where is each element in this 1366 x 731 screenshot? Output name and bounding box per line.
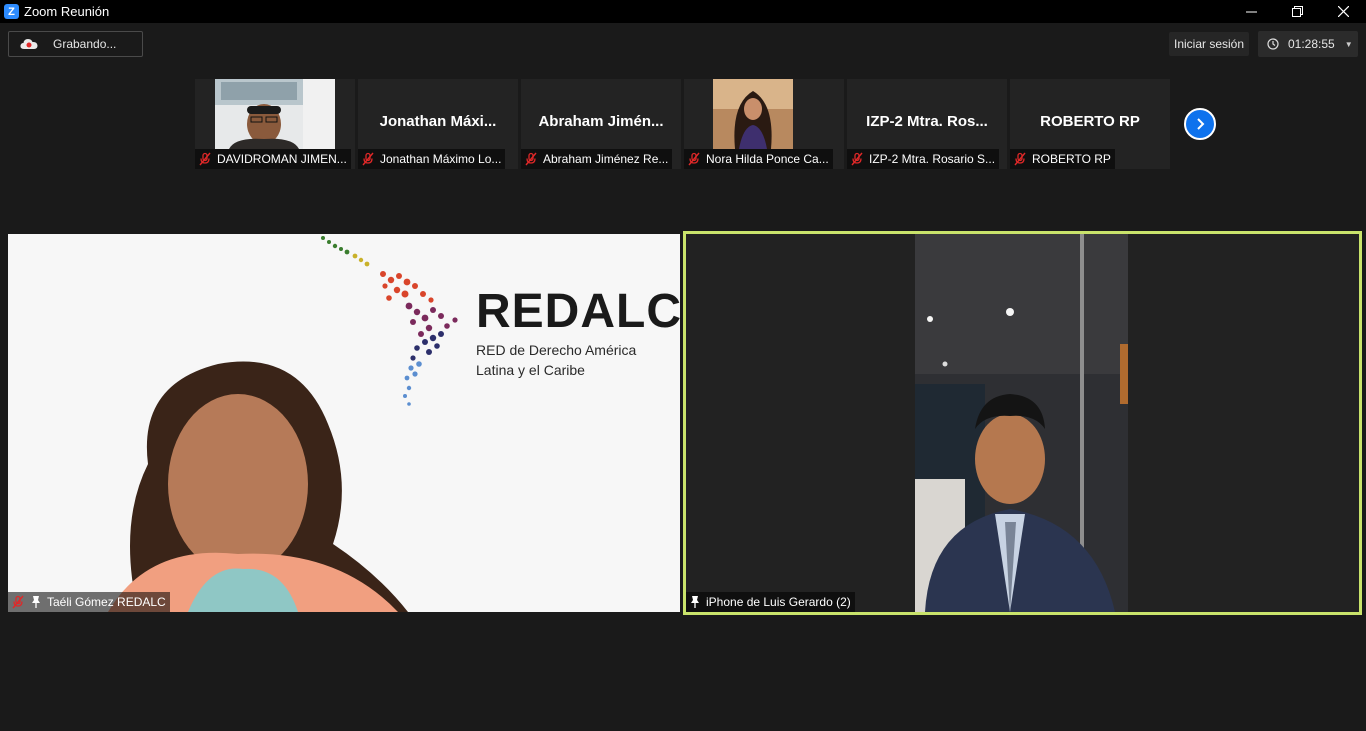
- participant-tile[interactable]: Abraham Jimén... Abraham Jiménez Re...: [521, 79, 681, 169]
- speaker-video-feed: [915, 234, 1128, 612]
- participant-display-name: IZP-2 Mtra. Ros...: [866, 113, 988, 130]
- participant-tile[interactable]: Nora Hilda Ponce Ca...: [684, 79, 844, 169]
- participant-name-tag: DAVIDROMAN JIMEN...: [195, 149, 351, 169]
- participant-tile[interactable]: DAVIDROMAN JIMEN...: [195, 79, 355, 169]
- participant-name: iPhone de Luis Gerardo (2): [706, 595, 851, 609]
- participant-name: Abraham Jiménez Re...: [543, 152, 669, 166]
- participant-display-name: ROBERTO RP: [1040, 113, 1140, 130]
- participant-name: ROBERTO RP: [1032, 152, 1111, 166]
- mic-muted-icon: [362, 152, 374, 166]
- chevron-right-icon: [1197, 118, 1205, 130]
- redalc-logo-subtitle-2: Latina y el Caribe: [476, 362, 585, 378]
- participant-name-tag: IZP-2 Mtra. Rosario S...: [847, 149, 1000, 169]
- participant-name: Jonathan Máximo Lo...: [380, 152, 502, 166]
- participant-display-name: Abraham Jimén...: [538, 113, 664, 130]
- window-title: Zoom Reunión: [24, 4, 110, 19]
- participant-name-tag: Taéli Gómez REDALC: [8, 592, 170, 612]
- close-icon: [1337, 6, 1349, 17]
- pin-icon: [32, 596, 40, 608]
- participant-name: DAVIDROMAN JIMEN...: [217, 152, 347, 166]
- recording-indicator[interactable]: Grabando...: [8, 31, 143, 57]
- title-bar: Z Zoom Reunión: [0, 0, 1366, 23]
- mic-muted-icon: [12, 595, 24, 609]
- next-page-button[interactable]: [1184, 108, 1216, 140]
- signin-button[interactable]: Iniciar sesión: [1169, 32, 1249, 56]
- participant-name: Taéli Gómez REDALC: [47, 595, 166, 609]
- participant-tile[interactable]: IZP-2 Mtra. Ros... IZP-2 Mtra. Rosario S…: [847, 79, 1007, 169]
- mic-muted-icon: [199, 152, 211, 166]
- participant-name-tag: ROBERTO RP: [1010, 149, 1115, 169]
- participant-name-tag: Nora Hilda Ponce Ca...: [684, 149, 833, 169]
- zoom-logo-icon: Z: [4, 4, 19, 19]
- participant-name-tag: iPhone de Luis Gerardo (2): [686, 592, 855, 612]
- participant-name: Nora Hilda Ponce Ca...: [706, 152, 829, 166]
- redalc-logo-subtitle-1: RED de Derecho América: [476, 342, 637, 358]
- participant-tile[interactable]: ROBERTO RP ROBERTO RP: [1010, 79, 1170, 169]
- pin-icon: [691, 596, 699, 608]
- meeting-timer[interactable]: 01:28:55 ▼: [1258, 31, 1358, 57]
- mic-muted-icon: [1014, 152, 1026, 166]
- window-controls: [1228, 0, 1366, 23]
- chevron-down-icon: ▼: [1344, 39, 1353, 49]
- clock-icon: [1267, 38, 1279, 50]
- speaker-silhouette: [108, 361, 408, 612]
- participant-name-tag: Jonathan Máximo Lo...: [358, 149, 506, 169]
- main-video-left[interactable]: REDALC RED de Derecho América Latina y e…: [8, 234, 680, 612]
- participant-video: [215, 79, 335, 149]
- restore-icon: [1291, 6, 1303, 17]
- minimize-button[interactable]: [1228, 0, 1274, 23]
- participant-name: IZP-2 Mtra. Rosario S...: [869, 152, 996, 166]
- restore-button[interactable]: [1274, 0, 1320, 23]
- mic-muted-icon: [851, 152, 863, 166]
- mic-muted-icon: [525, 152, 537, 166]
- redalc-logo-title: REDALC: [476, 285, 680, 338]
- recording-label: Grabando...: [53, 37, 117, 51]
- close-button[interactable]: [1320, 0, 1366, 23]
- minimize-icon: [1245, 11, 1257, 13]
- participant-tile[interactable]: Jonathan Máxi... Jonathan Máximo Lo...: [358, 79, 518, 169]
- participant-strip: DAVIDROMAN JIMEN... Jonathan Máxi... Jon…: [195, 79, 1170, 169]
- participant-photo: [713, 79, 793, 149]
- mic-muted-icon: [688, 152, 700, 166]
- zoom-window: Z Zoom Reunión Grabando... Iniciar sesió…: [0, 0, 1366, 731]
- participant-name-tag: Abraham Jiménez Re...: [521, 149, 673, 169]
- participant-display-name: Jonathan Máxi...: [379, 113, 497, 130]
- timer-value: 01:28:55: [1288, 37, 1335, 51]
- main-video-right[interactable]: iPhone de Luis Gerardo (2): [683, 231, 1362, 615]
- cloud-record-icon: [20, 39, 38, 49]
- speaker-video: [915, 234, 1128, 612]
